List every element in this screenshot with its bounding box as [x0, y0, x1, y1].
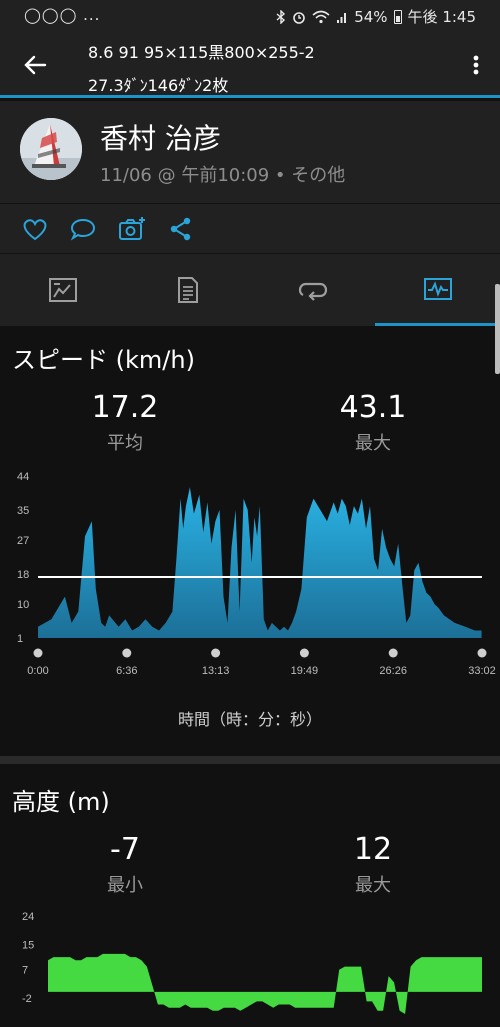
speed-y-tick-3: 18: [17, 569, 29, 581]
speed-x-tick-dot-1: [122, 648, 132, 658]
overview-icon: [48, 278, 77, 302]
speed-avg-value: 17.2: [91, 390, 159, 425]
speed-x-caption: 時間（時：分：秒）: [177, 710, 322, 729]
speed-max: 43.1 最大: [273, 390, 473, 455]
arrow-left-icon[interactable]: [20, 50, 50, 80]
elevation-area: [48, 953, 482, 1014]
speed-x-tick-dot-2: [211, 648, 221, 658]
signal-icon: [337, 12, 347, 23]
bluetooth-icon: [276, 9, 286, 24]
add-photo-icon[interactable]: [117, 214, 147, 244]
status-bar: ◯◯◯ ... 54% 午後 1:45: [0, 0, 500, 32]
tab-laps[interactable]: [250, 254, 375, 326]
tab-bar: [0, 254, 500, 326]
elevation-title: 高度 (m): [12, 788, 110, 816]
speed-y-tick-1: 35: [17, 505, 29, 517]
elevation-y-tick-1: 15: [22, 939, 34, 951]
elevation-max: 12 最大: [273, 832, 473, 897]
speed-max-value: 43.1: [339, 390, 407, 425]
speed-y-tick-0: 44: [17, 471, 29, 483]
activity-title-line2: 27.3ﾀﾞﾝ146ﾀﾞﾝ2枚: [88, 76, 229, 95]
heart-icon[interactable]: [20, 214, 50, 244]
elevation-y-tick-3: -2: [22, 993, 32, 1005]
speed-chart[interactable]: 44 35 27 18 10 1 0:00 6:36 13:13 19:49 26:26 33:02: [0, 462, 500, 687]
alarm-icon: [293, 11, 306, 24]
speed-y-tick-4: 10: [17, 599, 29, 611]
elevation-min-value: -7: [110, 832, 140, 867]
speed-x-tick-dot-0: [33, 648, 43, 658]
tab-details[interactable]: [125, 254, 250, 326]
speed-x-tick-5: 33:02: [468, 665, 496, 677]
windsurf-photo: [20, 118, 82, 180]
notification-icons: ◯◯◯ ...: [24, 6, 101, 24]
wifi-icon: [312, 10, 330, 23]
speed-x-tick-dot-4: [388, 648, 398, 658]
speed-x-tick-3: 19:49: [291, 665, 319, 677]
speed-area: [38, 487, 482, 638]
app-bar: 8.6 91 95×115黒800×255-2 27.3ﾀﾞﾝ146ﾀﾞﾝ2枚: [0, 32, 500, 98]
speed-x-tick-0: 0:00: [27, 665, 48, 677]
athlete-name: 香村 治彦: [100, 122, 221, 155]
elevation-min: -7 最小: [25, 832, 225, 897]
tab-overview[interactable]: [0, 254, 125, 326]
speed-x-tick-dot-5: [477, 648, 487, 658]
speed-y-tick-5: 1: [17, 633, 23, 645]
speed-avg: 17.2 平均: [25, 390, 225, 455]
scrollbar[interactable]: [495, 284, 500, 374]
charts-icon: [423, 277, 452, 300]
more-vert-icon[interactable]: [466, 50, 486, 80]
activity-title-line1: 8.6 91 95×115黒800×255-2: [88, 43, 315, 62]
speed-x-tick-dot-3: [299, 648, 309, 658]
elevation-y-tick-2: 7: [22, 965, 28, 977]
share-icon[interactable]: [166, 214, 196, 244]
action-row: [0, 204, 500, 253]
speed-avg-label: 平均: [107, 433, 143, 454]
battery-icon: [393, 9, 402, 24]
status-right: 54% 午後 1:45: [276, 6, 476, 27]
details-icon: [177, 277, 198, 303]
clock: 午後 1:45: [407, 8, 476, 26]
speed-max-label: 最大: [355, 433, 391, 454]
speed-y-tick-2: 27: [17, 535, 29, 547]
elevation-min-label: 最小: [107, 875, 143, 896]
section-divider: [0, 756, 500, 764]
activity-meta: 11/06 @ 午前10:09 • その他: [100, 165, 346, 186]
battery-percent: 54%: [354, 7, 388, 26]
comment-icon[interactable]: [68, 214, 98, 244]
activity-header: 香村 治彦 11/06 @ 午前10:09 • その他: [0, 101, 500, 203]
speed-title: スピード (km/h): [12, 346, 195, 374]
speed-x-tick-1: 6:36: [116, 665, 137, 677]
elevation-max-label: 最大: [355, 875, 391, 896]
speed-x-tick-2: 13:13: [202, 665, 230, 677]
elevation-chart[interactable]: 24 15 7 -2: [0, 906, 500, 1027]
avatar[interactable]: [20, 118, 82, 180]
elevation-max-value: 12: [353, 832, 393, 867]
tab-charts[interactable]: [375, 254, 500, 326]
elevation-y-tick-0: 24: [22, 911, 34, 923]
laps-icon: [298, 282, 327, 301]
speed-x-tick-4: 26:26: [379, 665, 407, 677]
